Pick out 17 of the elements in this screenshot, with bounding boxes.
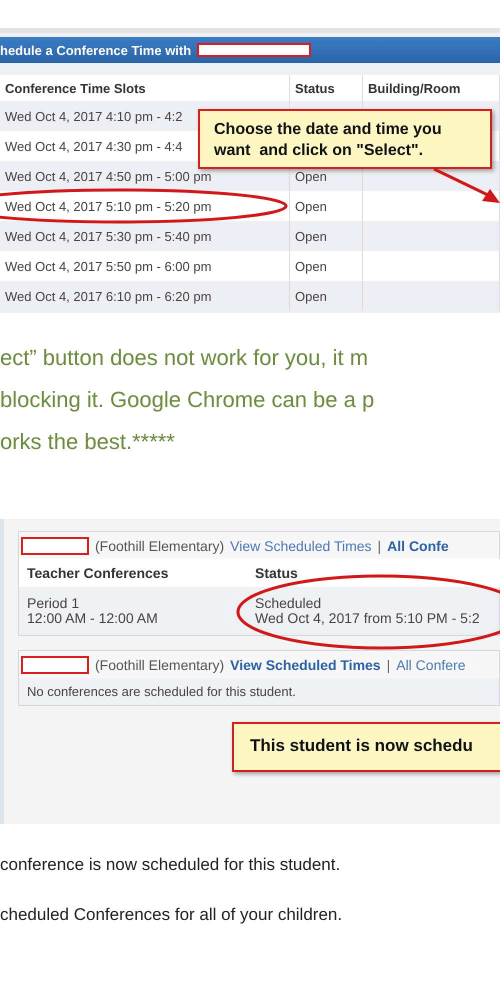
body-text: conference is now scheduled for this student.: [0, 854, 342, 876]
school-name: (Foothill Elementary): [95, 538, 224, 554]
separator: |: [386, 656, 390, 672]
note-text: blocking it. Google Chrome can be a p: [0, 386, 376, 414]
table-cell-text: Scheduled Wed Oct 4, 2017 from 5:10 PM - 5:2: [254, 594, 481, 628]
table-cell: Open: [290, 281, 363, 311]
callout-tooltip: Choose the date and time you want and click on "Select".: [198, 109, 492, 169]
callout-tooltip: This student is now schedu: [232, 722, 500, 772]
window-title: hedule a Conference Time with: [0, 42, 192, 58]
body-text: cheduled Conferences for all of your children.: [0, 904, 344, 926]
column-header: Teacher Conferences: [19, 559, 247, 587]
table-cell-text: Period 1 12:00 AM - 12:00 AM: [26, 594, 159, 628]
note-text: orks the best.*****: [0, 428, 176, 456]
school-name: (Foothill Elementary): [95, 656, 224, 672]
separator: |: [378, 538, 382, 554]
column-header: Status: [247, 559, 500, 587]
note-text: ect” button does not work for you, it m: [0, 344, 370, 372]
